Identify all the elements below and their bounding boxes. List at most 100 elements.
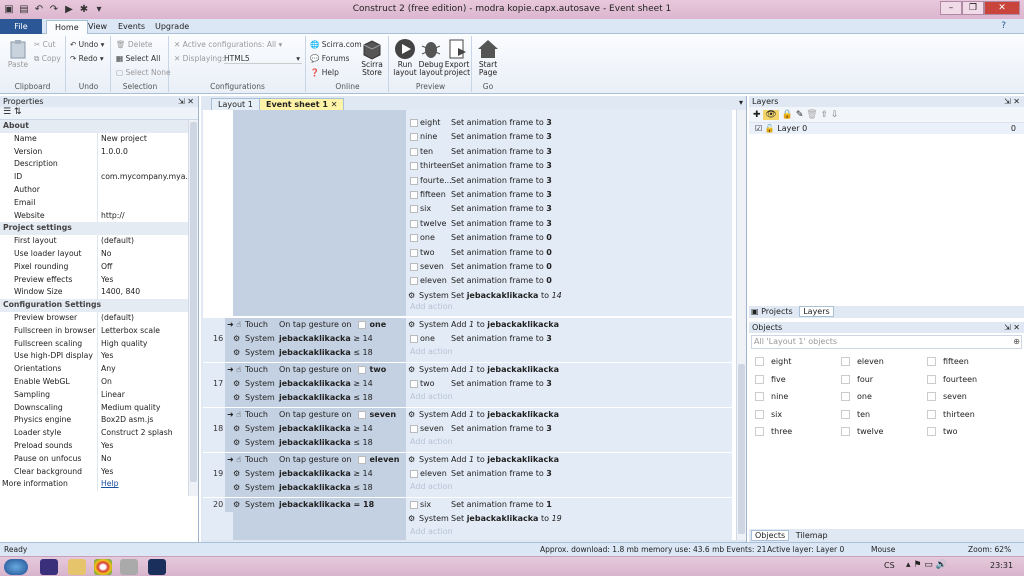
event-sheet-scrollbar[interactable] xyxy=(736,110,746,540)
objects-pin-close-icon[interactable]: ⇲ ✕ xyxy=(1004,322,1020,333)
action-text[interactable]: Set animation frame to 1 xyxy=(451,498,552,512)
add-object-icon[interactable]: ⊕ xyxy=(1013,336,1020,348)
property-value[interactable]: Yes xyxy=(98,350,198,363)
select-none-button[interactable]: ▢ Select None xyxy=(116,68,171,77)
condition-text[interactable]: On tap gesture on eleven xyxy=(279,453,399,467)
condition-text[interactable]: On tap gesture on two xyxy=(279,363,386,377)
property-row[interactable]: Author xyxy=(0,183,198,197)
help-icon[interactable]: ? xyxy=(1001,21,1006,31)
action-text[interactable]: Set animation frame to 3 xyxy=(451,130,552,144)
add-action-link[interactable]: Add action xyxy=(410,347,453,356)
property-row[interactable]: Fullscreen in browser Letterbox scale xyxy=(0,324,198,338)
add-action-link[interactable]: Add action xyxy=(410,527,453,536)
action-text[interactable]: Set animation frame to 0 xyxy=(451,231,552,245)
property-row[interactable]: Website http:// xyxy=(0,209,198,223)
action-text[interactable]: Set animation frame to 3 xyxy=(451,159,552,173)
active-configurations-dropdown[interactable]: ✕ Active configurations: All ▾ xyxy=(174,40,282,49)
copy-button[interactable]: ⧉ Copy xyxy=(34,54,61,64)
action-text[interactable]: Set animation frame to 0 xyxy=(451,246,552,260)
action-text[interactable]: Set animation frame to 3 xyxy=(451,174,552,188)
property-value[interactable]: (default) xyxy=(98,235,198,248)
previous-event-conditions[interactable] xyxy=(233,110,406,316)
forums-link[interactable]: 💬 Forums xyxy=(310,54,349,63)
action-text[interactable]: Set animation frame to 3 xyxy=(451,467,552,481)
language-indicator[interactable]: CS xyxy=(884,561,895,570)
layer-lock-icon[interactable]: 🔓 xyxy=(765,124,775,133)
taskbar-photoshop-icon[interactable] xyxy=(148,559,166,575)
tab-tilemap[interactable]: Tilemap xyxy=(796,531,828,540)
property-value[interactable]: No xyxy=(98,453,198,466)
object-item[interactable]: thirteen xyxy=(923,406,1009,424)
add-action-link[interactable]: Add action xyxy=(410,437,453,446)
action-text[interactable]: Set animation frame to 0 xyxy=(451,260,552,274)
tab-file[interactable]: File xyxy=(0,19,42,34)
condition-text[interactable]: On tap gesture on one xyxy=(279,318,386,332)
object-item[interactable]: five xyxy=(751,371,837,389)
scirra-link[interactable]: 🌐 Scirra.com xyxy=(310,40,362,49)
action-text[interactable]: Set jebackaklikacka to 14 xyxy=(451,289,562,303)
property-row[interactable]: Preview effects Yes xyxy=(0,273,198,287)
property-row[interactable]: First layout (default) xyxy=(0,235,198,248)
property-row[interactable]: Preload sounds Yes xyxy=(0,439,198,453)
property-row[interactable]: Preview browser (default) xyxy=(0,311,198,325)
toggle-visibility-icon[interactable]: 👁 xyxy=(763,110,779,120)
property-row[interactable]: Name New project xyxy=(0,132,198,146)
select-all-button[interactable]: ▦ Select All xyxy=(116,54,160,63)
property-value[interactable] xyxy=(98,197,198,210)
property-value[interactable]: Medium quality xyxy=(98,402,198,415)
property-value[interactable]: Off xyxy=(98,261,198,274)
property-value[interactable]: 1400, 840 xyxy=(98,286,198,299)
property-category[interactable]: About xyxy=(0,120,198,133)
object-item[interactable]: twelve xyxy=(837,423,923,441)
taskbar-settings-icon[interactable] xyxy=(120,559,138,575)
property-row[interactable]: Window Size 1400, 840 xyxy=(0,286,198,300)
paste-button[interactable]: Paste xyxy=(3,38,33,69)
condition-text[interactable]: jebackaklikacka ≥ 14 xyxy=(279,422,373,436)
object-item[interactable]: seven xyxy=(923,388,1009,406)
action-text[interactable]: Add 1 to jebackaklikacka xyxy=(451,408,559,422)
property-value[interactable]: Yes xyxy=(98,466,198,479)
property-value[interactable]: Box2D asm.js xyxy=(98,414,198,427)
start-page-button[interactable]: Start Page xyxy=(473,38,503,77)
property-value[interactable] xyxy=(98,158,198,171)
property-row[interactable]: Description xyxy=(0,158,198,172)
action-text[interactable]: Set animation frame to 3 xyxy=(451,217,552,231)
property-value[interactable]: Construct 2 splash xyxy=(98,427,198,440)
categorized-icon[interactable]: ☰ xyxy=(3,107,11,117)
property-row[interactable]: Downscaling Medium quality xyxy=(0,401,198,415)
condition-text[interactable]: jebackaklikacka = 18 xyxy=(279,498,374,512)
object-item[interactable]: fifteen xyxy=(923,353,1009,371)
delete-layer-icon[interactable]: 🗑 xyxy=(806,110,817,120)
taskbar-explorer-icon[interactable] xyxy=(68,559,86,575)
add-action-link[interactable]: Add action xyxy=(410,392,453,401)
property-category[interactable]: Project settings xyxy=(0,222,198,236)
layer-row[interactable]: ☑ 🔓 Layer 00 xyxy=(749,123,1024,134)
tray-icons[interactable]: ▴ ⚑ ▭ 🔊 xyxy=(906,560,947,570)
event-sheet[interactable]: eight Set animation frame to 3 nine Set ani… xyxy=(203,110,736,540)
property-row[interactable]: Physics engine Box2D asm.js xyxy=(0,414,198,428)
property-value[interactable]: http:// xyxy=(98,210,198,223)
object-item[interactable]: four xyxy=(837,371,923,389)
property-row[interactable]: Orientations Any xyxy=(0,363,198,376)
property-row[interactable]: ID com.mycompany.mya... xyxy=(0,171,198,184)
taskbar-chrome-icon[interactable] xyxy=(94,559,112,575)
property-row[interactable]: Loader style Construct 2 splash xyxy=(0,427,198,440)
property-row[interactable]: Pixel rounding Off xyxy=(0,260,198,274)
add-action-link[interactable]: Add action xyxy=(410,482,453,491)
tab-objects[interactable]: Objects xyxy=(751,530,790,541)
property-value[interactable]: No xyxy=(98,248,198,261)
property-value[interactable]: Any xyxy=(98,363,198,376)
property-value[interactable]: Linear xyxy=(98,389,198,402)
property-row[interactable]: Enable WebGL On xyxy=(0,375,198,389)
action-text[interactable]: Set animation frame to 3 xyxy=(451,422,552,436)
close-button[interactable]: ✕ xyxy=(984,1,1020,15)
condition-text[interactable]: On tap gesture on seven xyxy=(279,408,396,422)
help-link[interactable]: ❓ Help xyxy=(310,68,339,77)
object-item[interactable]: three xyxy=(751,423,837,441)
add-layer-icon[interactable]: ✚ xyxy=(753,110,761,120)
action-text[interactable]: Set animation frame to 3 xyxy=(451,188,552,202)
property-value[interactable]: Yes xyxy=(98,440,198,453)
edit-layer-icon[interactable]: ✎ xyxy=(796,110,804,120)
property-category[interactable]: Configuration Settings xyxy=(0,299,198,312)
redo-button[interactable]: ↷ Redo ▾ xyxy=(70,54,104,63)
